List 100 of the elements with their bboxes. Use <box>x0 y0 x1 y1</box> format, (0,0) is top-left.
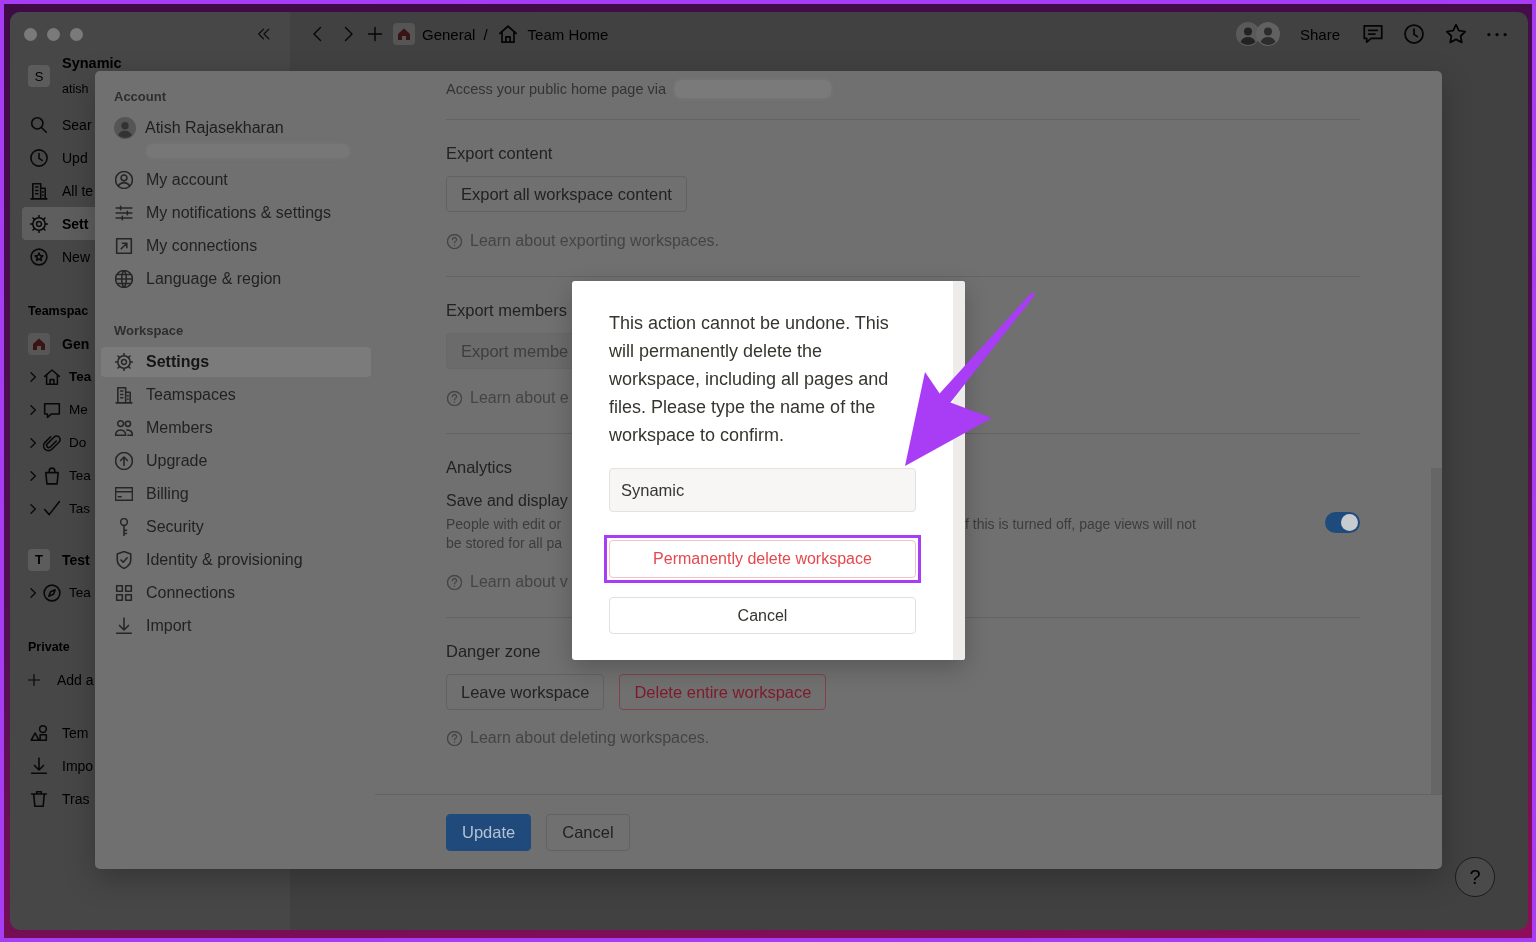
section-label: Teamspac <box>28 303 89 319</box>
close-window-button[interactable] <box>24 27 37 41</box>
settings-nav-item[interactable]: My connections <box>101 231 371 261</box>
breadcrumb-link[interactable]: General <box>422 25 476 43</box>
sidebar-item[interactable]: Impo <box>22 749 95 782</box>
section-title: Analytics <box>446 457 513 477</box>
public-home-text: Access your public home page via <box>446 81 667 97</box>
section-label: Private <box>28 639 70 655</box>
more-icon[interactable] <box>1487 31 1507 37</box>
secondary-button[interactable]: Leave workspace <box>446 674 605 710</box>
plus-icon[interactable] <box>367 26 383 42</box>
sidebar-page[interactable]: Me <box>22 393 95 426</box>
checkmark-icon <box>43 499 61 518</box>
settings-nav-item[interactable]: Members <box>101 413 371 443</box>
breadcrumb-separator: / <box>483 25 488 43</box>
sidebar-item[interactable]: Upd <box>22 141 95 174</box>
question-icon <box>447 730 462 746</box>
home-icon <box>393 23 415 45</box>
add-page-item[interactable]: Add a <box>22 663 95 696</box>
settings-nav-item[interactable]: Billing <box>101 479 371 509</box>
share-button[interactable]: Share <box>1299 25 1340 43</box>
question-icon <box>447 390 462 406</box>
avatar-icon <box>114 117 136 139</box>
breadcrumb-link[interactable]: Team Home <box>527 25 609 43</box>
settings-nav-item[interactable]: Import <box>101 611 371 641</box>
sidebar-page[interactable]: Do <box>22 426 95 459</box>
house-icon <box>497 24 518 44</box>
sidebar-page[interactable]: Tea <box>22 576 95 609</box>
user-name: Atish Rajasekharan <box>145 119 284 137</box>
dialog-message: This action cannot be undone. This will permanently delete the workspace, including all pages and files. Please type the name of the workspace to confirm. <box>609 312 890 447</box>
danger-button[interactable]: Delete entire workspace <box>619 674 827 710</box>
chevron-right-icon[interactable] <box>30 371 36 382</box>
chevron-right-icon[interactable] <box>30 587 36 598</box>
building-icon <box>30 181 48 200</box>
chat-bubble-icon <box>43 400 61 419</box>
question-icon <box>447 233 462 249</box>
primary-button[interactable]: Update <box>446 814 532 851</box>
settings-nav-item[interactable]: Settings <box>101 347 371 377</box>
scrollbar-thumb[interactable] <box>1431 468 1442 794</box>
workspace-email: atish <box>62 82 89 96</box>
sidebar-item[interactable]: Sear <box>22 108 95 141</box>
export-button[interactable]: Export all workspace content <box>446 176 687 212</box>
zoom-window-button[interactable] <box>70 27 83 41</box>
teamspace-item[interactable]: T Test <box>22 543 95 576</box>
building-icon <box>115 386 133 404</box>
star-icon[interactable] <box>1446 24 1466 44</box>
comment-icon[interactable] <box>1363 24 1383 44</box>
workspace-name[interactable]: Synamic <box>62 56 122 70</box>
paperclip-icon <box>43 433 61 452</box>
sidebar-item[interactable]: All te <box>22 174 95 207</box>
workspace-name-input[interactable]: Synamic <box>609 468 916 512</box>
grid-icon <box>115 584 133 602</box>
shapes-icon <box>30 723 48 742</box>
sidebar-item[interactable]: Sett <box>22 207 95 240</box>
bag-icon <box>43 466 61 485</box>
chevron-right-icon[interactable] <box>30 404 36 415</box>
settings-icon <box>115 353 133 371</box>
secondary-button[interactable]: Cancel <box>546 814 630 851</box>
download-icon <box>115 617 133 635</box>
globe-icon <box>115 270 133 288</box>
help-button[interactable]: ? <box>1455 857 1495 897</box>
settings-nav-item[interactable]: Security <box>101 512 371 542</box>
workspace-initial: S <box>28 65 50 87</box>
setting-label: Save and display <box>446 491 568 511</box>
settings-nav-item[interactable]: My notifications & settings <box>101 198 371 228</box>
danger-button[interactable]: Permanently delete workspace <box>609 540 916 578</box>
toggle-switch[interactable] <box>1325 511 1360 533</box>
home-icon <box>28 332 50 355</box>
clock-icon <box>30 148 48 167</box>
chevron-right-icon[interactable] <box>30 470 36 481</box>
settings-icon <box>30 214 48 233</box>
minimize-window-button[interactable] <box>47 27 60 41</box>
settings-nav-item[interactable]: Teamspaces <box>101 380 371 410</box>
avatar-icon[interactable] <box>1255 22 1280 46</box>
star-badge-icon <box>30 247 48 266</box>
chevron-right-icon[interactable] <box>30 437 36 448</box>
sidebar-item[interactable]: Tras <box>22 782 95 815</box>
avatar-icon[interactable] <box>1235 22 1260 46</box>
settings-nav-item[interactable]: Identity & provisioning <box>101 545 371 575</box>
secondary-button[interactable]: Cancel <box>609 597 916 634</box>
clock-icon[interactable] <box>1404 24 1424 44</box>
house-icon <box>43 367 61 386</box>
settings-nav-item[interactable]: Upgrade <box>101 446 371 476</box>
search-icon <box>30 115 48 134</box>
sliders-icon <box>115 204 133 222</box>
people-icon <box>115 419 133 437</box>
settings-nav-item[interactable]: Connections <box>101 578 371 608</box>
sidebar-page[interactable]: Tas <box>22 492 95 525</box>
double-chevron-left-icon[interactable] <box>257 27 271 41</box>
sidebar-item[interactable]: New <box>22 240 95 273</box>
sidebar-item[interactable]: Tem <box>22 716 95 749</box>
chevron-right-icon[interactable] <box>30 503 36 514</box>
download-icon <box>30 756 48 775</box>
teamspace-item[interactable]: Gen <box>22 327 95 360</box>
settings-nav-item[interactable]: Language & region <box>101 264 371 294</box>
nav-section-label: Account <box>114 89 166 105</box>
settings-nav-item[interactable]: My account <box>101 165 371 195</box>
sidebar-page[interactable]: Tea <box>22 459 95 492</box>
sidebar-page[interactable]: Tea <box>22 360 95 393</box>
section-title: Danger zone <box>446 641 541 661</box>
